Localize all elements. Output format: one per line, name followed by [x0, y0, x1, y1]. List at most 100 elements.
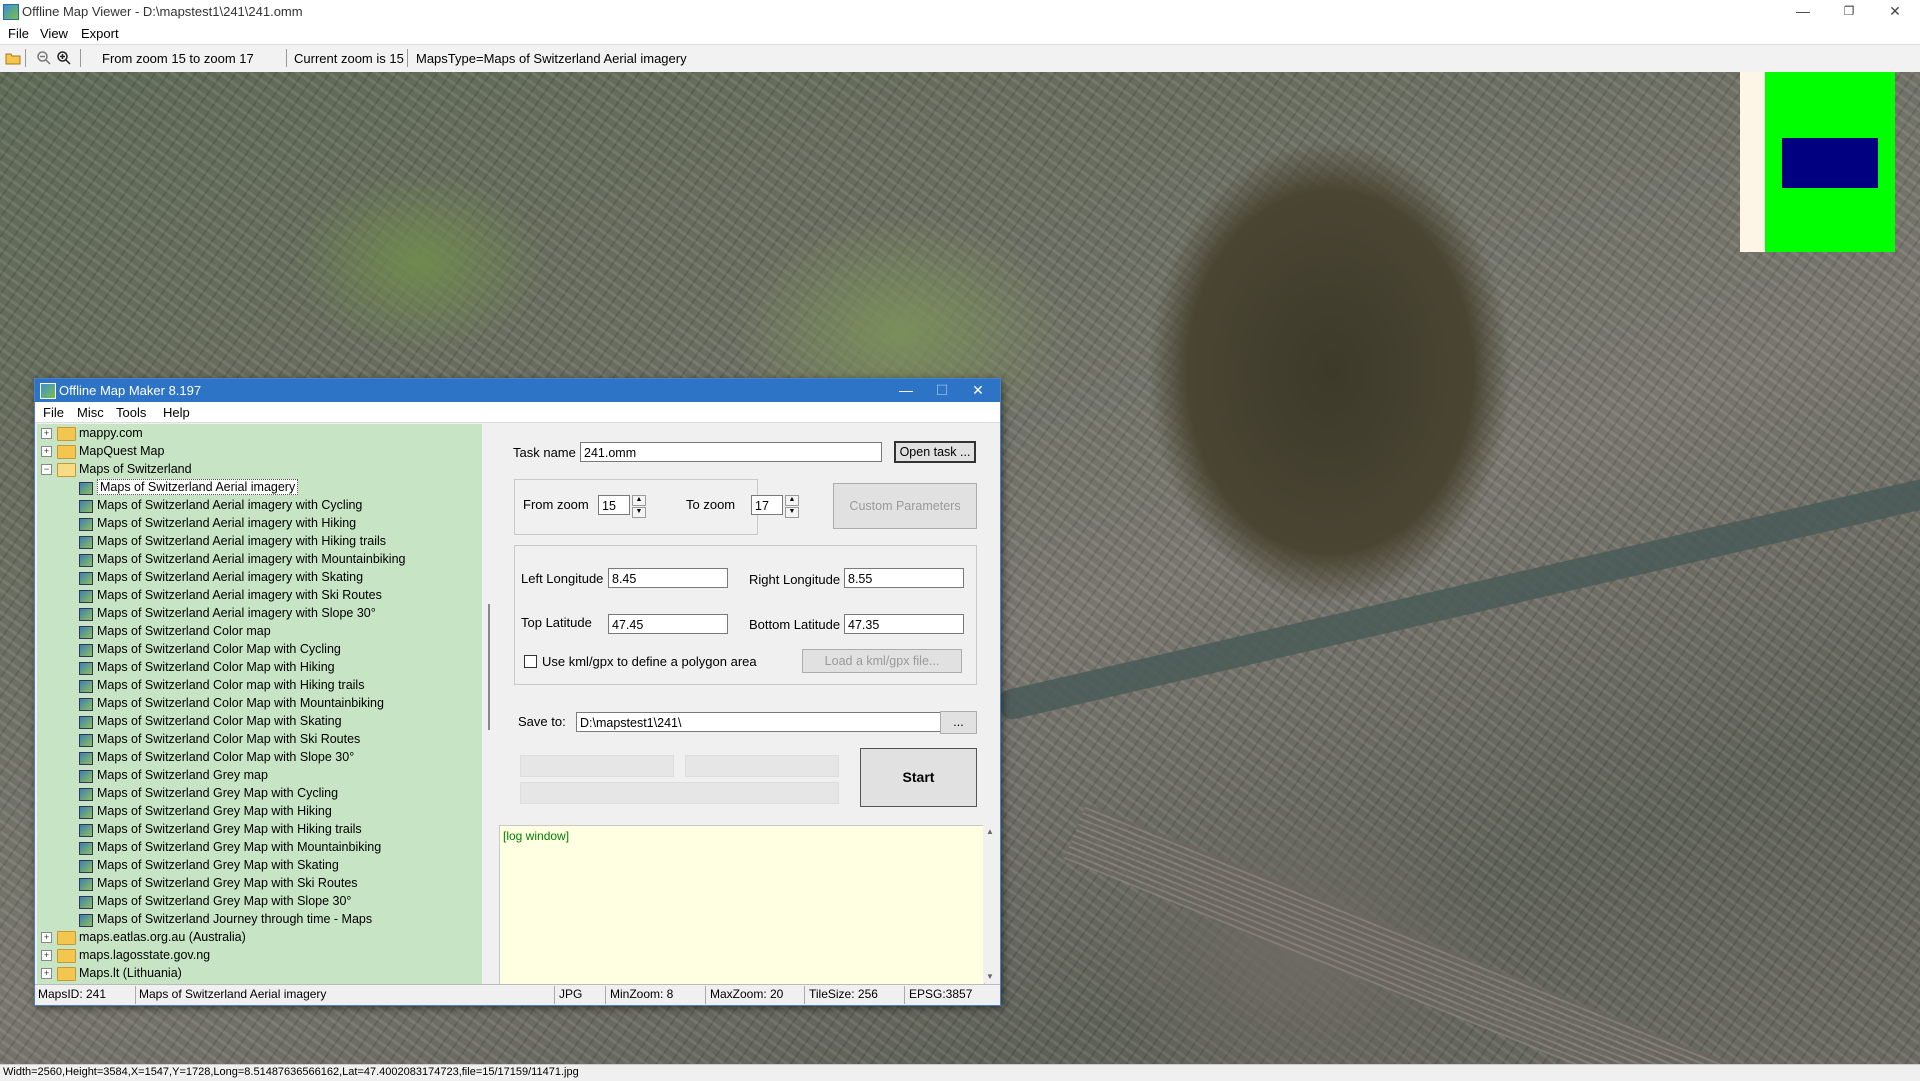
- tree-map-item[interactable]: Maps of Switzerland Grey Map with Mounta…: [41, 839, 471, 857]
- spin-up-icon[interactable]: ▲: [632, 495, 646, 506]
- from-zoom-input[interactable]: 15: [598, 495, 630, 515]
- open-task-button[interactable]: Open task ...: [894, 441, 976, 463]
- tree-map-item[interactable]: Maps of Switzerland Aerial imagery with …: [41, 605, 471, 623]
- bottom-latitude-input[interactable]: 47.35: [844, 614, 964, 634]
- overview-minimap[interactable]: [1740, 72, 1895, 252]
- dialog-menu-file[interactable]: File: [43, 405, 64, 420]
- collapse-icon[interactable]: −: [41, 464, 52, 475]
- tree-map-item[interactable]: Maps of Switzerland Color Map with Skati…: [41, 713, 471, 731]
- dialog-menu-misc[interactable]: Misc: [77, 405, 104, 420]
- map-layer-icon: [79, 806, 93, 819]
- right-longitude-input[interactable]: 8.55: [844, 568, 964, 588]
- from-zoom-spinner[interactable]: ▲ ▼: [632, 495, 646, 518]
- restore-button[interactable]: ❐: [1826, 0, 1872, 24]
- tree-map-item[interactable]: Maps of Switzerland Color Map with Ski R…: [41, 731, 471, 749]
- zoom-out-icon[interactable]: [36, 50, 52, 66]
- tree-map-item[interactable]: Maps of Switzerland Aerial imagery: [41, 479, 471, 497]
- map-river: [996, 471, 1920, 722]
- expand-icon[interactable]: +: [41, 428, 52, 439]
- map-layer-icon: [79, 554, 93, 567]
- log-scrollbar[interactable]: ▲ ▼: [983, 825, 998, 983]
- tree-map-item[interactable]: Maps of Switzerland Color Map with Mount…: [41, 695, 471, 713]
- toolbar: From zoom 15 to zoom 17 Current zoom is …: [0, 44, 1920, 73]
- tree-item-label: Maps of Switzerland Aerial imagery with …: [97, 534, 386, 548]
- tree-map-item[interactable]: Maps of Switzerland Aerial imagery with …: [41, 569, 471, 587]
- map-source-tree[interactable]: + mappy.com + MapQuest Map − Maps of Swi…: [37, 424, 482, 984]
- tree-node-maps-of-switzerland[interactable]: − Maps of Switzerland: [41, 461, 461, 479]
- top-latitude-input[interactable]: 47.45: [608, 614, 728, 634]
- zoom-in-icon[interactable]: [56, 50, 72, 66]
- to-zoom-spinner[interactable]: ▲ ▼: [785, 495, 799, 518]
- menu-file[interactable]: File: [8, 26, 29, 41]
- tree-map-item[interactable]: Maps of Switzerland Aerial imagery with …: [41, 587, 471, 605]
- tree-item-label: Maps of Switzerland Color Map with Cycli…: [97, 642, 341, 656]
- tree-map-item[interactable]: Maps of Switzerland Color map: [41, 623, 471, 641]
- spin-up-icon[interactable]: ▲: [785, 495, 799, 506]
- to-zoom-label: To zoom: [686, 497, 736, 512]
- tree-map-item[interactable]: Maps of Switzerland Grey Map with Hiking: [41, 803, 471, 821]
- menu-export[interactable]: Export: [81, 26, 119, 41]
- menu-view[interactable]: View: [40, 26, 68, 41]
- dialog-status-bar: MapsID: 241 Maps of Switzerland Aerial i…: [35, 984, 1000, 1005]
- spin-down-icon[interactable]: ▼: [785, 507, 799, 518]
- tree-map-item[interactable]: Maps of Switzerland Aerial imagery with …: [41, 497, 471, 515]
- progress-bar-total: [520, 782, 839, 804]
- tree-scrollbar-thumb[interactable]: [488, 604, 490, 730]
- map-layer-icon: [79, 680, 93, 693]
- map-layer-icon: [79, 482, 93, 495]
- dialog-menu-help[interactable]: Help: [163, 405, 190, 420]
- tree-node[interactable]: + Maps.lt (Lithuania): [41, 965, 461, 983]
- status-maps-name: Maps of Switzerland Aerial imagery: [139, 987, 327, 1001]
- minimap-viewport[interactable]: [1782, 138, 1878, 188]
- tree-map-item[interactable]: Maps of Switzerland Color Map with Cycli…: [41, 641, 471, 659]
- save-to-input[interactable]: D:\mapstest1\241\: [576, 712, 966, 732]
- scroll-down-icon[interactable]: ▼: [986, 972, 994, 981]
- task-name-input[interactable]: 241.omm: [580, 442, 882, 462]
- dialog-title: Offline Map Maker 8.197: [59, 383, 202, 398]
- log-window[interactable]: [log window]: [499, 825, 985, 985]
- tree-item-label: Maps of Switzerland Grey Map with Slope …: [97, 894, 352, 908]
- left-longitude-input[interactable]: 8.45: [608, 568, 728, 588]
- tree-map-item[interactable]: Maps of Switzerland Aerial imagery with …: [41, 551, 471, 569]
- tree-map-item[interactable]: Maps of Switzerland Grey Map with Cyclin…: [41, 785, 471, 803]
- minimize-button[interactable]: —: [1780, 0, 1826, 24]
- tree-map-item[interactable]: Maps of Switzerland Color Map with Slope…: [41, 749, 471, 767]
- tree-map-item[interactable]: Maps of Switzerland Grey Map with Ski Ro…: [41, 875, 471, 893]
- tree-map-item[interactable]: Maps of Switzerland Grey map: [41, 767, 471, 785]
- dialog-menu-tools[interactable]: Tools: [116, 405, 146, 420]
- map-layer-icon: [79, 662, 93, 675]
- tree-map-item[interactable]: Maps of Switzerland Aerial imagery with …: [41, 515, 471, 533]
- tree-node-label: Maps.lt (Lithuania): [79, 966, 182, 980]
- close-button[interactable]: ✕: [1872, 0, 1918, 24]
- dialog-close-button[interactable]: ✕: [956, 379, 1000, 402]
- tree-map-item[interactable]: Maps of Switzerland Grey Map with Hiking…: [41, 821, 471, 839]
- tree-map-item[interactable]: Maps of Switzerland Color Map with Hikin…: [41, 659, 471, 677]
- tree-node[interactable]: + mappy.com: [41, 425, 461, 443]
- spin-down-icon[interactable]: ▼: [632, 507, 646, 518]
- start-button[interactable]: Start: [860, 748, 977, 807]
- open-folder-icon[interactable]: [5, 50, 21, 66]
- tree-node[interactable]: + maps.lagosstate.gov.ng: [41, 947, 461, 965]
- expand-icon[interactable]: +: [41, 446, 52, 457]
- expand-icon[interactable]: +: [41, 950, 52, 961]
- map-layer-icon: [79, 770, 93, 783]
- tree-item-label: Maps of Switzerland Color Map with Mount…: [97, 696, 384, 710]
- tree-map-item[interactable]: Maps of Switzerland Grey Map with Skatin…: [41, 857, 471, 875]
- tree-map-item[interactable]: Maps of Switzerland Aerial imagery with …: [41, 533, 471, 551]
- tree-item-label: Maps of Switzerland Aerial imagery with …: [97, 516, 357, 530]
- tree-map-item[interactable]: Maps of Switzerland Color map with Hikin…: [41, 677, 471, 695]
- tree-node[interactable]: + MapQuest Map: [41, 443, 461, 461]
- expand-icon[interactable]: +: [41, 968, 52, 979]
- tree-item-label: Maps of Switzerland Aerial imagery with …: [97, 570, 364, 584]
- tree-map-item[interactable]: Maps of Switzerland Grey Map with Slope …: [41, 893, 471, 911]
- to-zoom-input[interactable]: 17: [751, 495, 783, 515]
- expand-icon[interactable]: +: [41, 932, 52, 943]
- scroll-up-icon[interactable]: ▲: [986, 827, 994, 836]
- kml-checkbox[interactable]: [524, 655, 537, 668]
- tree-map-item[interactable]: Maps of Switzerland Journey through time…: [41, 911, 471, 929]
- panel-splitter[interactable]: [482, 424, 498, 984]
- browse-button[interactable]: ...: [940, 711, 977, 734]
- tree-item-label: Maps of Switzerland Color map: [97, 624, 271, 638]
- tree-node[interactable]: + maps.eatlas.org.au (Australia): [41, 929, 461, 947]
- folder-icon: [57, 931, 76, 945]
